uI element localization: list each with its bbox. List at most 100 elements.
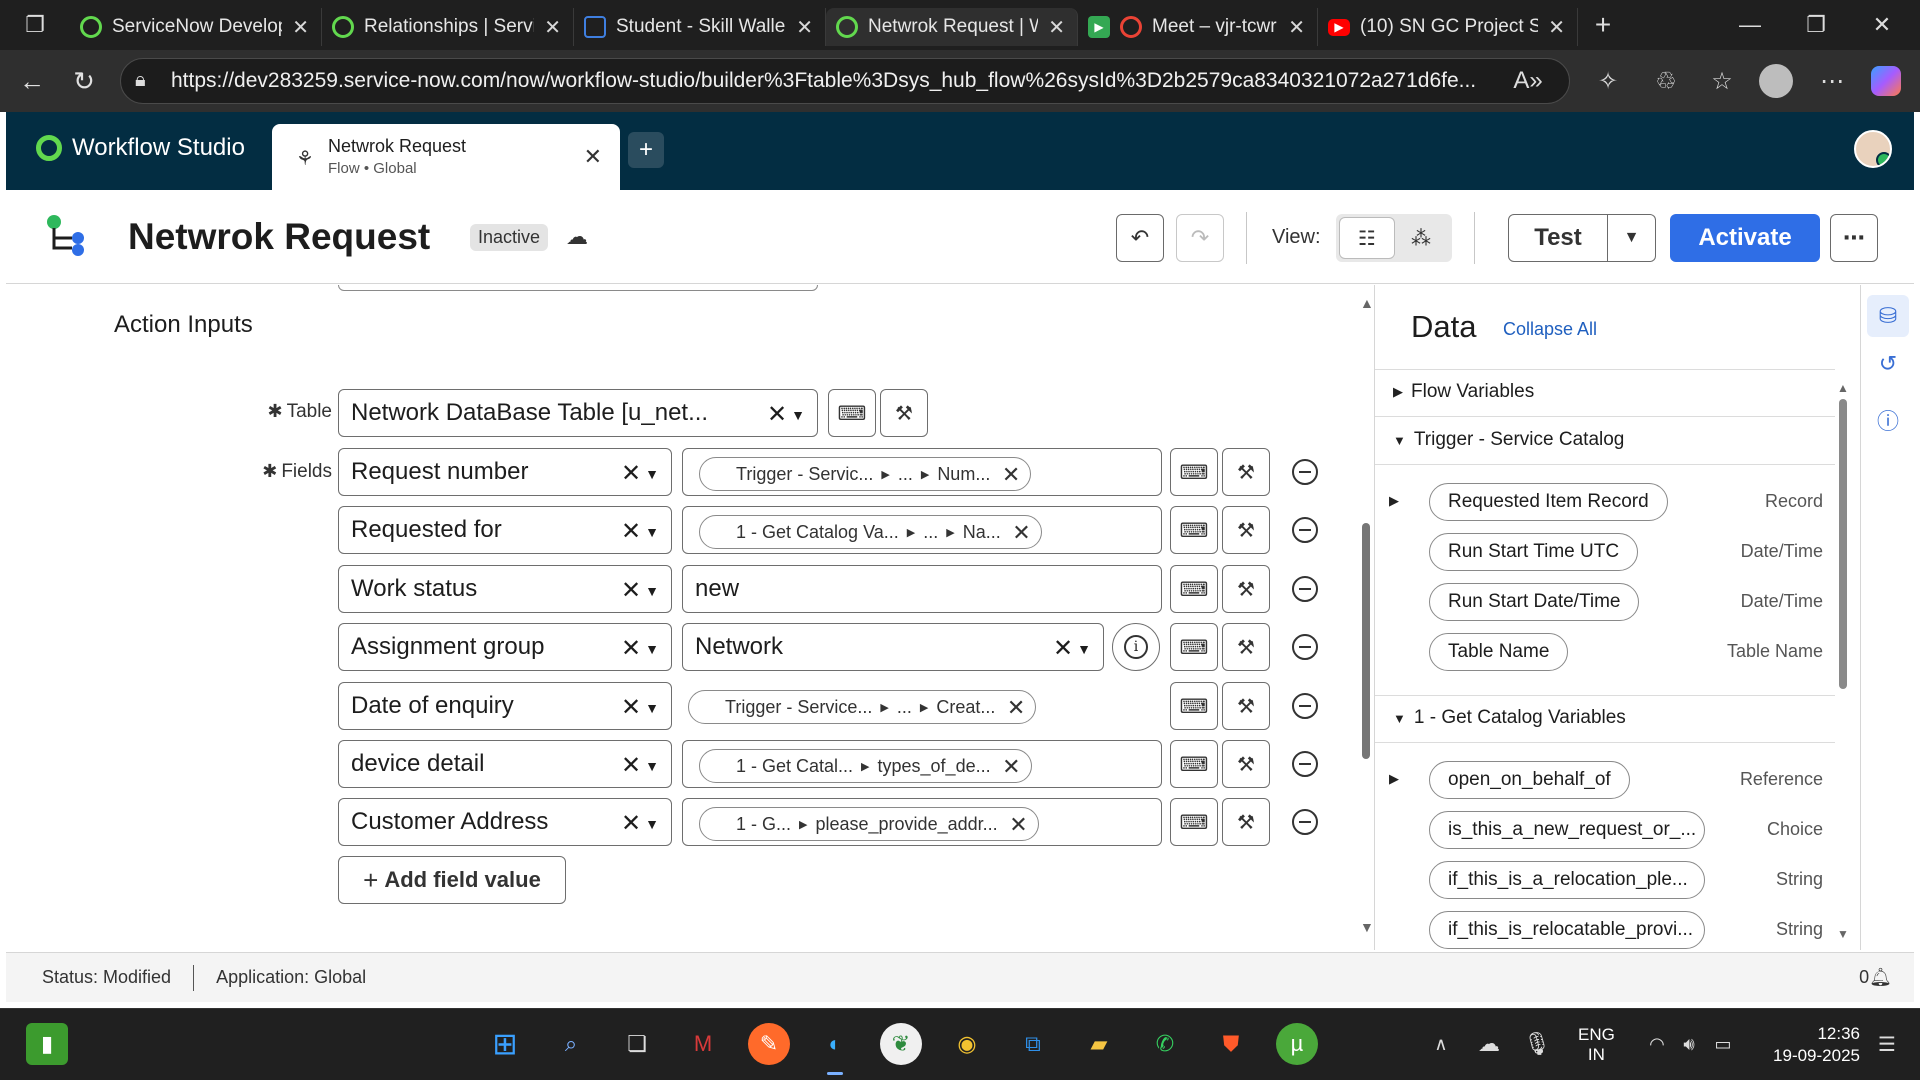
extensions-icon[interactable]: ✧ — [1586, 59, 1630, 103]
remove-field-icon[interactable] — [1292, 576, 1318, 602]
minimize-button[interactable]: — — [1720, 0, 1780, 50]
data-pill[interactable]: 1 - G... ▶ please_provide_addr... ✕ — [699, 807, 1039, 841]
add-tab-button[interactable]: + — [628, 132, 664, 168]
brave-icon[interactable]: ⛊ — [1210, 1023, 1252, 1065]
data-pill[interactable]: is_this_a_new_request_or_... — [1429, 811, 1705, 849]
scroll-up-icon[interactable]: ▲ — [1837, 381, 1849, 395]
close-tab-icon[interactable]: ✕ — [292, 15, 309, 40]
field-name-select[interactable]: device detail ✕ ▼ — [338, 740, 672, 788]
close-tab-icon[interactable]: ✕ — [1548, 15, 1565, 40]
chevron-up-icon[interactable]: ∧ — [1420, 1023, 1462, 1065]
browser-tab[interactable]: Student - Skill Walle ✕ — [574, 8, 826, 46]
browser-essentials-icon[interactable]: ♲ — [1644, 59, 1688, 103]
data-pill[interactable]: Run Start Time UTC — [1429, 533, 1639, 571]
browser-tab[interactable]: ServiceNow Develop ✕ — [70, 8, 322, 46]
data-pill-picker-button[interactable]: ⚒ — [1222, 623, 1270, 671]
info-button[interactable]: i — [1112, 623, 1160, 671]
data-pill-picker-button[interactable]: ⚒ — [880, 389, 928, 437]
data-panel-scrollbar[interactable]: ▲ ▼ — [1837, 381, 1849, 941]
clear-icon[interactable]: ✕ — [621, 634, 641, 663]
script-toggle-button[interactable]: ⌨ — [1170, 740, 1218, 788]
chevron-down-icon[interactable]: ▼ — [645, 641, 659, 657]
scroll-down-icon[interactable]: ▼ — [1837, 927, 1849, 941]
copilot-icon[interactable] — [1864, 59, 1908, 103]
redo-button[interactable]: ↷ — [1176, 214, 1224, 262]
chevron-right-icon[interactable]: ▶ — [1389, 493, 1399, 509]
more-options-button[interactable]: ⋯ — [1830, 214, 1878, 262]
remove-pill-icon[interactable]: ✕ — [1002, 754, 1020, 780]
favorite-star-icon[interactable] — [1518, 59, 1562, 103]
data-pill[interactable]: Requested Item Record — [1429, 483, 1668, 521]
remove-field-icon[interactable] — [1292, 517, 1318, 543]
field-value-input[interactable]: 1 - G... ▶ please_provide_addr... ✕ — [682, 798, 1162, 846]
list-view-icon[interactable]: ☷ — [1340, 218, 1394, 258]
close-tab-icon[interactable]: ✕ — [796, 15, 813, 40]
clear-icon[interactable]: ✕ — [621, 693, 641, 722]
close-tab-icon[interactable]: ✕ — [544, 15, 561, 40]
history-icon[interactable]: ↺ — [1867, 343, 1909, 385]
table-select[interactable]: Network DataBase Table [u_net... ✕ ▼ — [338, 389, 818, 437]
data-pill[interactable]: Run Start Date/Time — [1429, 583, 1640, 621]
clear-icon[interactable]: ✕ — [1053, 634, 1073, 663]
cloud-icon[interactable]: ☁ — [1468, 1023, 1510, 1065]
close-window-button[interactable]: ✕ — [1852, 0, 1912, 50]
scrollbar-thumb[interactable] — [1362, 523, 1370, 759]
trigger-group[interactable]: ▼ Trigger - Service Catalog — [1393, 429, 1624, 451]
data-pill-picker-button[interactable]: ⚒ — [1222, 740, 1270, 788]
clear-icon[interactable]: ✕ — [621, 517, 641, 546]
previous-field[interactable] — [338, 285, 818, 291]
field-name-select[interactable]: Date of enquiry ✕ ▼ — [338, 682, 672, 730]
data-pill[interactable]: open_on_behalf_of — [1429, 761, 1630, 799]
data-pill[interactable]: Trigger - Servic... ▶... ▶ Num... ✕ — [699, 457, 1032, 491]
remove-pill-icon[interactable]: ✕ — [1009, 812, 1027, 838]
chevron-down-icon[interactable]: ▼ — [645, 524, 659, 540]
data-pill-picker-button[interactable]: ⚒ — [1222, 506, 1270, 554]
close-tab-icon[interactable]: ✕ — [1288, 15, 1305, 40]
data-pill-picker-button[interactable]: ⚒ — [1222, 798, 1270, 846]
browser-tab[interactable]: ▶ Meet – vjr-tcwr ✕ — [1078, 8, 1318, 46]
chevron-down-icon[interactable]: ▼ — [1077, 641, 1091, 657]
assignment-group-select[interactable]: Network ✕ ▼ — [682, 623, 1104, 671]
field-value-input[interactable]: 1 - Get Catal... ▶ types_of_de... ✕ — [682, 740, 1162, 788]
chevron-down-icon[interactable]: ▼ — [645, 758, 659, 774]
work-status-input[interactable]: new — [682, 565, 1162, 613]
collapse-all-link[interactable]: Collapse All — [1503, 319, 1597, 340]
microphone-icon[interactable]: 🎙︎ — [1516, 1023, 1558, 1065]
data-pill[interactable]: 1 - Get Catal... ▶ types_of_de... ✕ — [699, 749, 1032, 783]
remove-field-icon[interactable] — [1292, 459, 1318, 485]
weather-widget-icon[interactable]: ▮ — [26, 1023, 68, 1065]
add-field-value-button[interactable]: + Add field value — [338, 856, 566, 904]
field-name-select[interactable]: Request number ✕ ▼ — [338, 448, 672, 496]
field-name-select[interactable]: Requested for ✕ ▼ — [338, 506, 672, 554]
data-pill-picker-button[interactable]: ⚒ — [1222, 682, 1270, 730]
clear-icon[interactable]: ✕ — [767, 400, 787, 429]
mcafee-icon[interactable]: M — [682, 1023, 724, 1065]
catalog-variables-group[interactable]: ▼ 1 - Get Catalog Variables — [1393, 707, 1626, 729]
chevron-down-icon[interactable]: ▼ — [791, 407, 805, 423]
back-button[interactable]: ← — [10, 59, 54, 103]
clock[interactable]: 12:36 19-09-2025 — [1760, 1023, 1860, 1067]
search-icon[interactable]: ⌕ — [550, 1023, 592, 1065]
field-value-input[interactable]: Trigger - Service... ▶... ▶ Creat... ✕ — [682, 682, 1052, 730]
script-toggle-button[interactable]: ⌨ — [1170, 682, 1218, 730]
notification-center-icon[interactable]: ☰ — [1866, 1023, 1908, 1065]
avatar[interactable] — [1854, 130, 1892, 168]
battery-icon[interactable]: ▭ — [1702, 1023, 1744, 1065]
data-pill[interactable]: if_this_is_relocatable_provi... — [1429, 911, 1705, 949]
browser-tab[interactable]: ▶ (10) SN GC Project S ✕ — [1318, 8, 1578, 46]
field-name-select[interactable]: Customer Address ✕ ▼ — [338, 798, 672, 846]
field-name-select[interactable]: Assignment group ✕ ▼ — [338, 623, 672, 671]
profile-icon[interactable] — [1754, 59, 1798, 103]
chevron-down-icon[interactable]: ▼ — [645, 583, 659, 599]
mongodb-icon[interactable]: ❦ — [880, 1023, 922, 1065]
workflow-studio-logo[interactable]: Workflow Studio — [36, 134, 245, 162]
field-value-input[interactable]: 1 - Get Catalog Va... ▶... ▶ Na... ✕ — [682, 506, 1162, 554]
workspaces-icon[interactable]: ❐ — [0, 0, 70, 50]
remove-field-icon[interactable] — [1292, 634, 1318, 660]
close-tab-icon[interactable]: ✕ — [1048, 15, 1065, 40]
data-pill[interactable]: 1 - Get Catalog Va... ▶... ▶ Na... ✕ — [699, 515, 1042, 549]
undo-button[interactable]: ↶ — [1116, 214, 1164, 262]
data-pill[interactable]: if_this_is_a_relocation_ple... — [1429, 861, 1705, 899]
script-toggle-button[interactable]: ⌨ — [1170, 448, 1218, 496]
clear-icon[interactable]: ✕ — [621, 459, 641, 488]
